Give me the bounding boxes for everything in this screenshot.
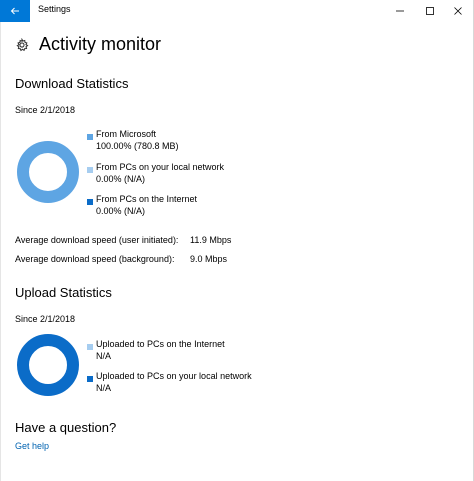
avg-speed-background-label: Average download speed (background): xyxy=(15,254,175,264)
legend-item-from-local-network: From PCs on your local network 0.00% (N/… xyxy=(87,161,224,185)
minimize-button[interactable] xyxy=(386,0,414,22)
window-border-left xyxy=(0,22,1,481)
upload-statistics-heading: Upload Statistics xyxy=(15,285,112,300)
legend-label: From PCs on your local network xyxy=(96,162,225,172)
upload-since-date: Since 2/1/2018 xyxy=(15,314,76,324)
upload-donut-chart xyxy=(17,334,79,396)
maximize-button[interactable] xyxy=(416,0,444,22)
legend-swatch-microsoft xyxy=(87,134,93,140)
legend-item-from-internet: From PCs on the Internet 0.00% (N/A) xyxy=(87,193,197,217)
close-button[interactable] xyxy=(444,0,472,22)
legend-label: From PCs on the Internet xyxy=(96,194,198,204)
avg-speed-user-value: 11.9 Mbps xyxy=(190,235,232,245)
get-help-link[interactable]: Get help xyxy=(15,441,49,451)
avg-speed-user-label: Average download speed (user initiated): xyxy=(15,235,179,245)
legend-item-uploaded-local-network: Uploaded to PCs on your local network N/… xyxy=(87,370,252,394)
window-title: Settings xyxy=(38,4,71,14)
download-ring-microsoft xyxy=(17,141,79,203)
title-bar: Settings xyxy=(0,0,474,22)
have-a-question-heading: Have a question? xyxy=(15,420,117,435)
page-header: Activity monitor xyxy=(15,34,161,55)
legend-value: N/A xyxy=(96,383,112,393)
legend-label: Uploaded to PCs on the Internet xyxy=(96,339,225,349)
legend-value: 0.00% (N/A) xyxy=(96,206,146,216)
legend-swatch-uploaded-internet xyxy=(87,344,93,350)
legend-value: N/A xyxy=(96,351,112,361)
download-statistics-heading: Download Statistics xyxy=(15,76,129,91)
legend-item-from-microsoft: From Microsoft 100.00% (780.8 MB) xyxy=(87,128,179,152)
legend-swatch-internet xyxy=(87,199,93,205)
download-since-date: Since 2/1/2018 xyxy=(15,105,76,115)
back-button[interactable] xyxy=(0,0,30,22)
legend-value: 0.00% (N/A) xyxy=(96,174,146,184)
legend-item-uploaded-internet: Uploaded to PCs on the Internet N/A xyxy=(87,338,225,362)
legend-swatch-local-network xyxy=(87,167,93,173)
download-donut-chart xyxy=(17,141,79,203)
legend-label: From Microsoft xyxy=(96,129,157,139)
gear-icon xyxy=(16,37,29,51)
close-icon xyxy=(454,7,462,15)
minimize-icon xyxy=(396,10,404,12)
maximize-icon xyxy=(426,7,434,15)
page-title: Activity monitor xyxy=(39,34,162,54)
back-arrow-icon xyxy=(10,7,19,15)
avg-speed-background-value: 9.0 Mbps xyxy=(190,254,228,264)
legend-value: 100.00% (780.8 MB) xyxy=(96,141,179,151)
upload-ring xyxy=(17,334,79,396)
legend-swatch-uploaded-local-network xyxy=(87,376,93,382)
legend-label: Uploaded to PCs on your local network xyxy=(96,371,252,381)
